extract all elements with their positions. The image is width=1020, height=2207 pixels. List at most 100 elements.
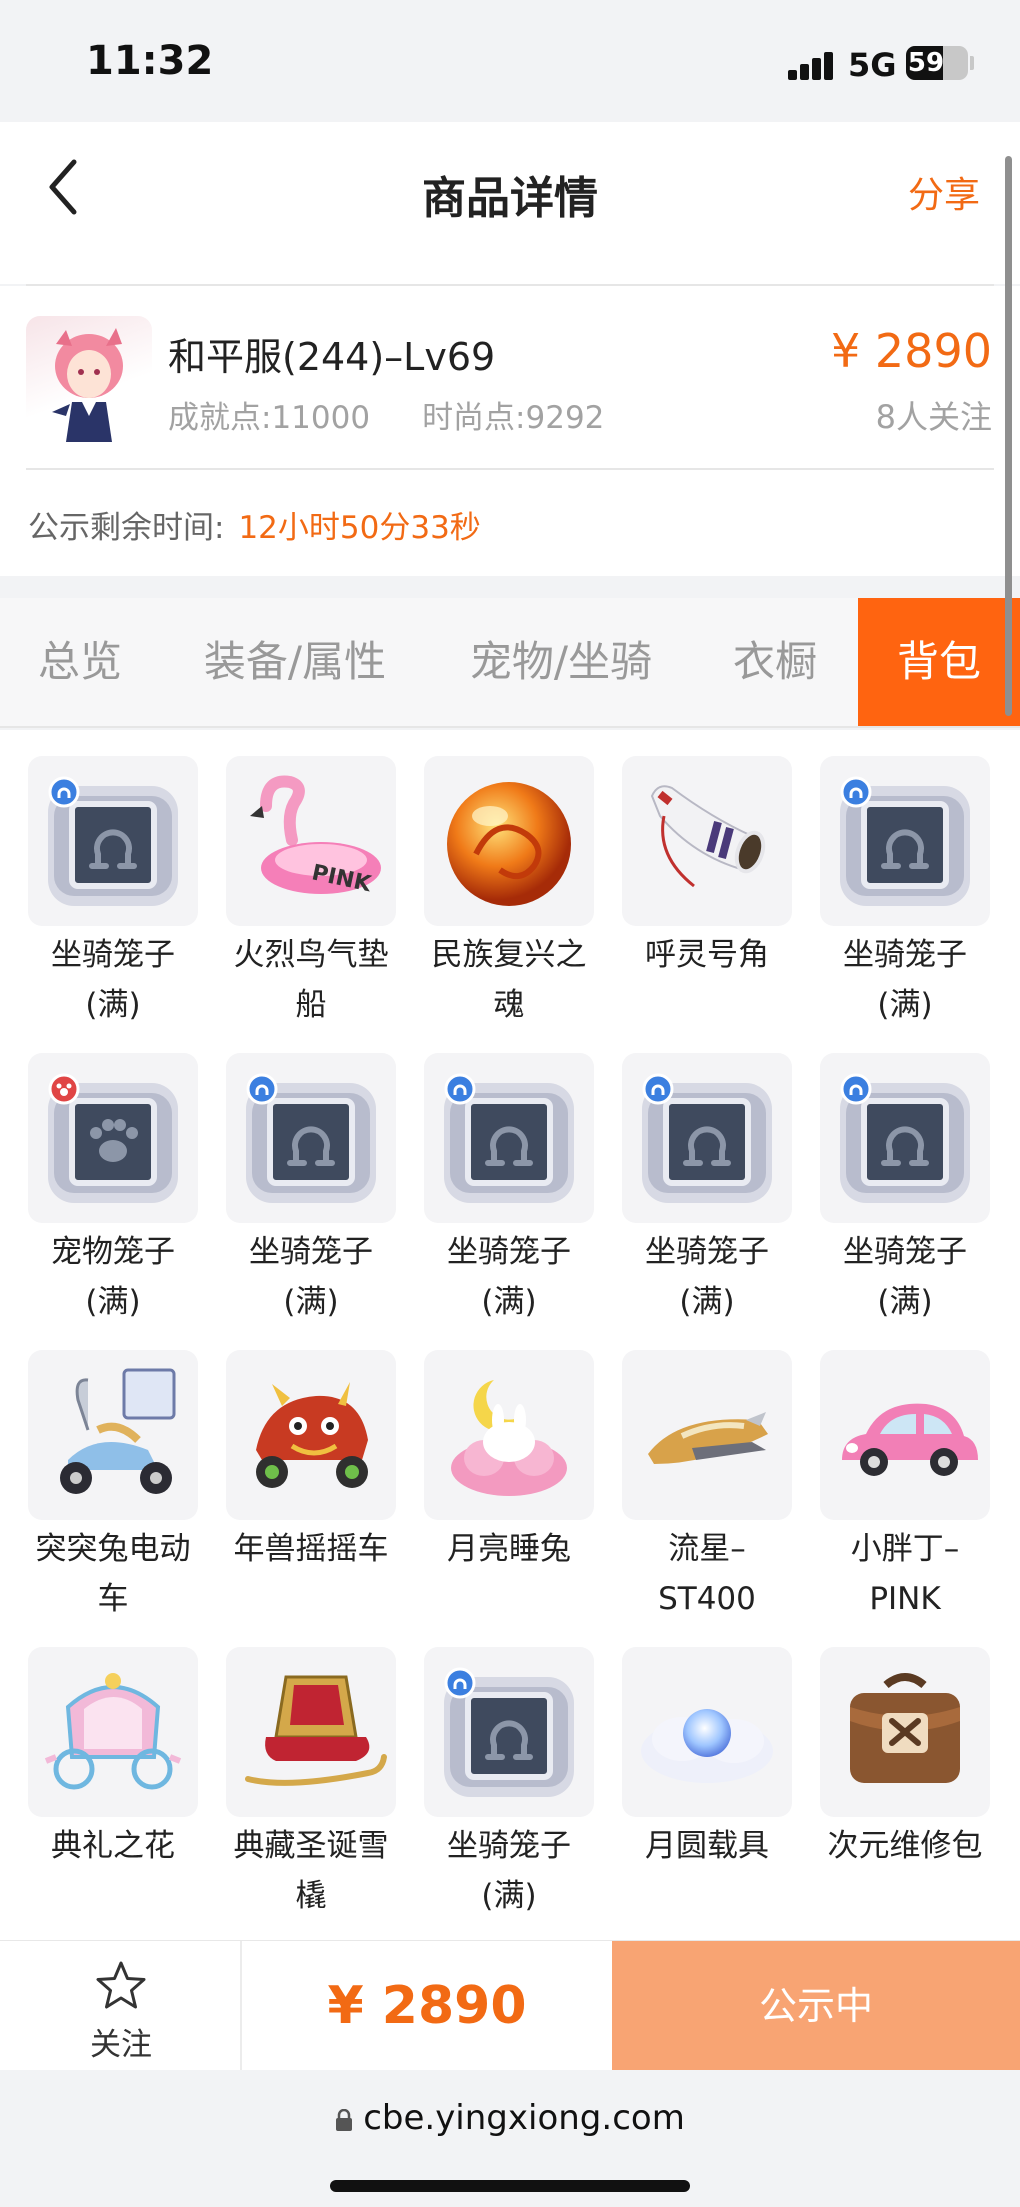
tab-backpack[interactable]: 背包 <box>858 598 1020 726</box>
tab-bar: 总览 装备/属性 宠物/坐骑 衣橱 背包 <box>0 598 1020 728</box>
character-avatar <box>26 316 152 442</box>
item-name: 坐骑笼子 (满) <box>447 1828 571 1914</box>
pink-car-icon <box>820 1350 990 1520</box>
home-indicator[interactable] <box>330 2180 690 2192</box>
item-name: 坐骑笼子 (满) <box>645 1234 769 1320</box>
url-text: cbe.yingxiong.com <box>363 2098 685 2138</box>
product-summary: 和平服(244)–Lv69 成就点:11000 时尚点:9292 ¥ 2890 8… <box>0 286 1020 576</box>
battery-cap <box>970 56 974 70</box>
scooter-icon <box>28 1350 198 1520</box>
countdown-label: 公示剩余时间: <box>28 510 225 546</box>
follow-button[interactable]: 关注 <box>0 1941 242 2071</box>
share-button[interactable]: 分享 <box>908 166 980 218</box>
backpack-item[interactable]: 坐骑笼子 (满) <box>410 1027 608 1324</box>
backpack-item[interactable]: 民族复兴之 魂 <box>410 730 608 1027</box>
backpack-item[interactable]: 月圆载具 <box>608 1621 806 1918</box>
battery-icon: 59 <box>906 46 968 80</box>
item-name: 典藏圣诞雪 橇 <box>233 1828 389 1914</box>
nav-bar: 商品详情 分享 <box>0 122 1020 284</box>
fashion-points: 时尚点:9292 <box>422 400 605 436</box>
backpack-item[interactable]: 月亮睡兔 <box>410 1324 608 1621</box>
item-name: 突突兔电动 车 <box>35 1531 191 1617</box>
horn-icon <box>622 756 792 926</box>
item-name: 宠物笼子 (满) <box>51 1234 175 1320</box>
mount-cage-icon <box>28 756 198 926</box>
backpack-item[interactable]: 次元维修包 <box>806 1621 1004 1918</box>
item-name: 坐骑笼子 (满) <box>51 937 175 1023</box>
product-name: 和平服(244)–Lv69 <box>168 335 496 379</box>
moon-cloud-icon <box>622 1647 792 1817</box>
backpack-item[interactable]: 坐骑笼子 (满) <box>212 1027 410 1324</box>
backpack-item[interactable]: 坐骑笼子 (满) <box>806 730 1004 1027</box>
backpack-item[interactable]: 突突兔电动 车 <box>14 1324 212 1621</box>
tab-pets-mounts[interactable]: 宠物/坐骑 <box>446 598 676 726</box>
backpack-item[interactable]: 小胖丁– PINK <box>806 1324 1004 1621</box>
tab-wardrobe[interactable]: 衣橱 <box>700 598 850 726</box>
item-name: 呼灵号角 <box>645 937 769 973</box>
item-name: 小胖丁– PINK <box>850 1531 960 1617</box>
status-bar: 11:32 5G 59 <box>0 0 1020 122</box>
item-name: 火烈鸟气垫 船 <box>233 937 389 1023</box>
star-icon <box>96 1961 146 2009</box>
repair-bag-icon <box>820 1647 990 1817</box>
item-name: 月圆载具 <box>645 1828 769 1864</box>
page-title: 商品详情 <box>422 173 598 224</box>
backpack-item[interactable]: 坐骑笼子 (满) <box>14 730 212 1027</box>
backpack-item[interactable]: 宠物笼子 (满) <box>14 1027 212 1324</box>
mount-cage-icon <box>820 756 990 926</box>
divider <box>26 468 994 470</box>
item-name: 次元维修包 <box>827 1828 983 1864</box>
countdown-value: 12小时50分33秒 <box>238 510 481 546</box>
item-name: 坐骑笼子 (满) <box>249 1234 373 1320</box>
signal-icon <box>788 50 836 80</box>
flamingo-hovercraft-icon: PINK <box>226 756 396 926</box>
item-name: 年兽摇摇车 <box>233 1531 389 1567</box>
pet-cage-icon <box>28 1053 198 1223</box>
mount-cage-icon <box>226 1053 396 1223</box>
action-bar: 关注 ¥ 2890 公示中 <box>0 1940 1020 2071</box>
browser-bar: cbe.yingxiong.com <box>0 2070 1020 2207</box>
backpack-item[interactable]: PINK 火烈鸟气垫 船 <box>212 730 410 1027</box>
backpack-grid: 坐骑笼子 (满) PINK 火烈鸟气垫 船 民族复兴之 魂 呼灵号角 坐骑笼子 (… <box>0 730 1020 1940</box>
meteor-craft-icon <box>622 1350 792 1520</box>
url-bar[interactable]: cbe.yingxiong.com <box>0 2098 1020 2138</box>
bottom-price: ¥ 2890 <box>327 1976 527 2036</box>
beast-cart-icon <box>226 1350 396 1520</box>
item-name: 流星– ST400 <box>658 1531 756 1617</box>
backpack-item[interactable]: 呼灵号角 <box>608 730 806 1027</box>
follower-count: 8人关注 <box>875 398 992 436</box>
item-name: 坐骑笼子 (满) <box>447 1234 571 1320</box>
item-name: 坐骑笼子 (满) <box>843 1234 967 1320</box>
backpack-item[interactable]: 年兽摇摇车 <box>212 1324 410 1621</box>
battery-level: 59 <box>907 48 945 78</box>
tab-overview[interactable]: 总览 <box>10 598 150 726</box>
network-type: 5G <box>848 46 897 84</box>
item-name: 月亮睡兔 <box>447 1531 571 1567</box>
mount-cage-icon <box>424 1053 594 1223</box>
backpack-item[interactable]: 坐骑笼子 (满) <box>608 1027 806 1324</box>
item-name: 坐骑笼子 (满) <box>843 937 967 1023</box>
backpack-item[interactable]: 典藏圣诞雪 橇 <box>212 1621 410 1918</box>
achievement-points: 成就点:11000 <box>168 400 371 436</box>
product-stats: 成就点:11000 时尚点:9292 <box>168 392 604 437</box>
follow-label: 关注 <box>90 2027 152 2063</box>
backpack-item[interactable]: 坐骑笼子 (满) <box>806 1027 1004 1324</box>
backpack-item[interactable]: 流星– ST400 <box>608 1324 806 1621</box>
item-name: 民族复兴之 魂 <box>431 937 587 1023</box>
mount-cage-icon <box>622 1053 792 1223</box>
status-time: 11:32 <box>86 38 214 84</box>
scrollbar[interactable] <box>1005 156 1012 716</box>
mount-cage-icon <box>820 1053 990 1223</box>
product-price: ¥ 2890 <box>831 324 992 378</box>
lock-icon <box>335 2100 353 2131</box>
backpack-item[interactable]: 典礼之花 <box>14 1621 212 1918</box>
backpack-item[interactable]: 坐骑笼子 (满) <box>410 1621 608 1918</box>
dragon-orb-icon <box>424 756 594 926</box>
mount-cage-icon <box>424 1647 594 1817</box>
publicity-status-button[interactable]: 公示中 <box>612 1941 1020 2071</box>
countdown: 公示剩余时间: 12小时50分33秒 <box>28 502 481 547</box>
carriage-icon <box>28 1647 198 1817</box>
sleigh-icon <box>226 1647 396 1817</box>
item-name: 典礼之花 <box>51 1828 175 1864</box>
tab-equipment[interactable]: 装备/属性 <box>180 598 410 726</box>
